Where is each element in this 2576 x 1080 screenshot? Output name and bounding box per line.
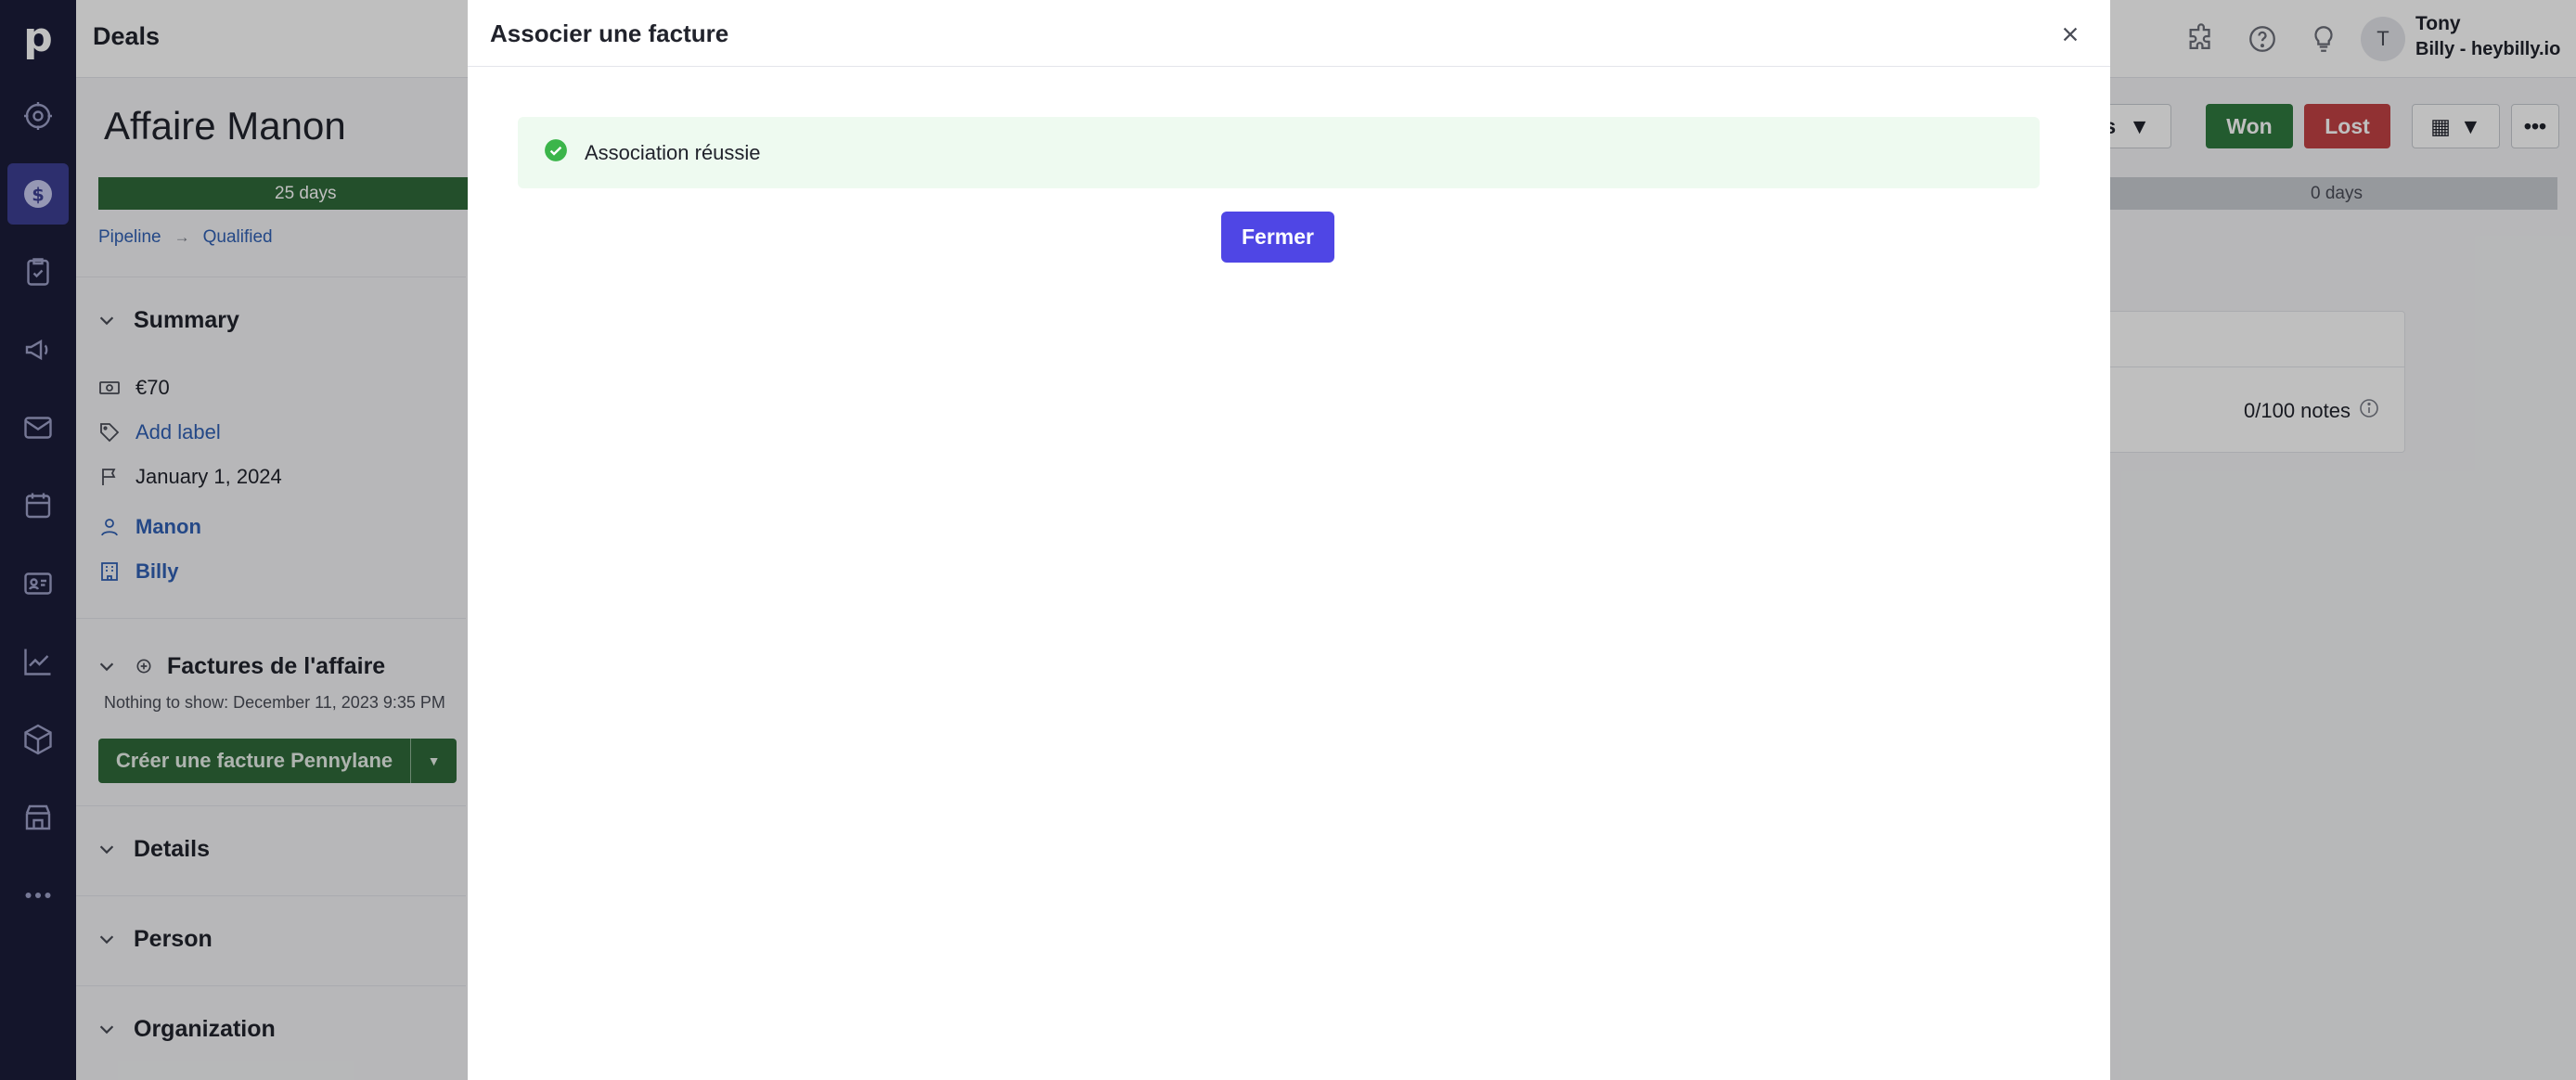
modal-title: Associer une facture	[490, 19, 729, 47]
modal-header: Associer une facture	[468, 0, 2110, 67]
check-circle-icon	[544, 138, 568, 167]
close-modal-button[interactable]: Fermer	[1221, 212, 1334, 263]
associate-invoice-modal: Associer une facture Association réussie…	[468, 0, 2110, 1080]
success-alert: Association réussie	[518, 117, 2040, 188]
close-icon[interactable]	[2058, 22, 2082, 46]
success-message: Association réussie	[585, 140, 761, 164]
